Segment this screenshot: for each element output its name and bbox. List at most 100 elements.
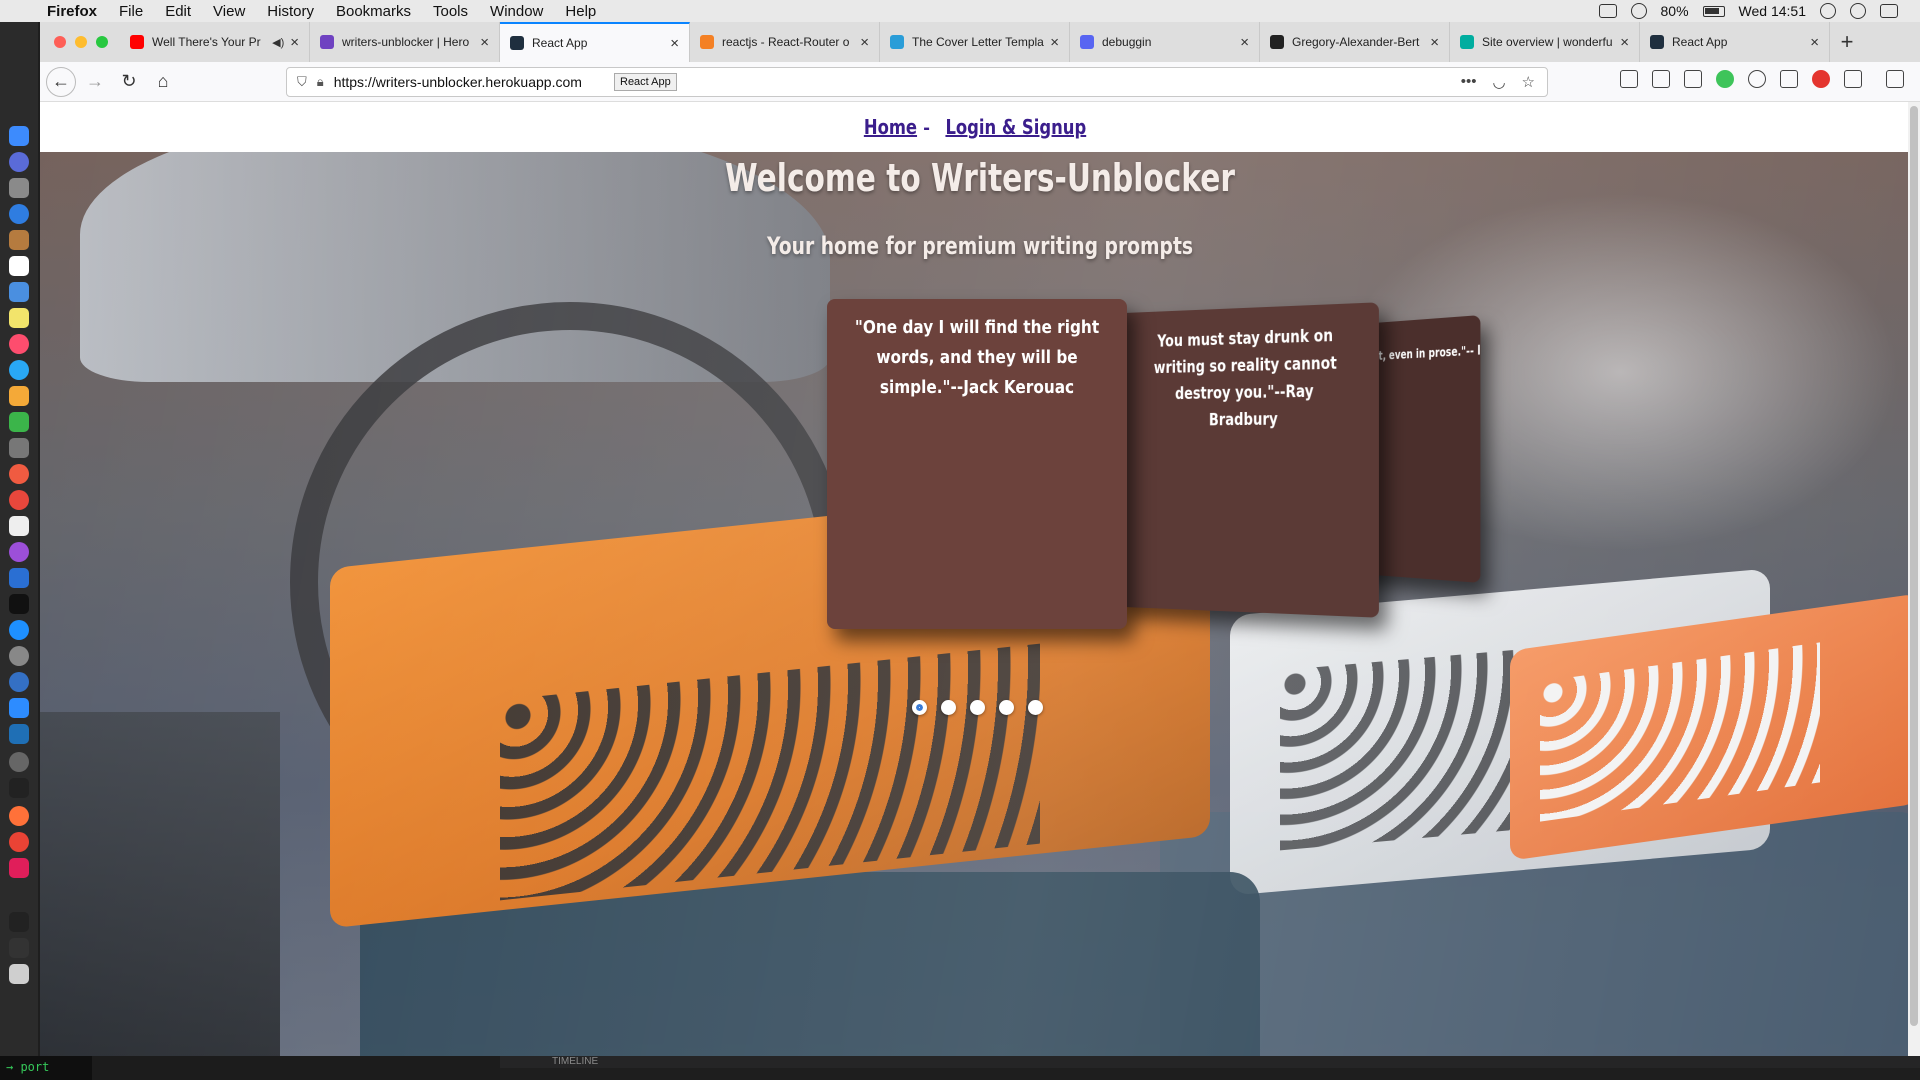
minimized-window-icon[interactable] bbox=[9, 938, 29, 958]
carousel-dot-2[interactable] bbox=[941, 700, 956, 715]
menu-history[interactable]: History bbox=[256, 3, 325, 20]
close-tab-icon[interactable]: × bbox=[1050, 34, 1059, 51]
screen-mirroring-icon[interactable] bbox=[1599, 4, 1617, 18]
browser-icon[interactable] bbox=[9, 672, 29, 692]
podcasts-icon[interactable] bbox=[9, 542, 29, 562]
menu-bookmarks[interactable]: Bookmarks bbox=[325, 3, 422, 20]
new-tab-icon[interactable]: + bbox=[1830, 29, 1864, 55]
zoom-icon[interactable] bbox=[9, 698, 29, 718]
app-store-icon[interactable] bbox=[9, 620, 29, 640]
contacts-icon[interactable] bbox=[9, 230, 29, 250]
menu-window[interactable]: Window bbox=[479, 3, 554, 20]
quote-card-active[interactable]: "One day I will find the right words, an… bbox=[827, 299, 1127, 629]
terminal-strip[interactable]: → port bbox=[0, 1056, 92, 1080]
menu-view[interactable]: View bbox=[202, 3, 256, 20]
news-icon[interactable] bbox=[9, 490, 29, 510]
system-tool-icon[interactable] bbox=[9, 438, 29, 458]
close-tab-icon[interactable]: × bbox=[1430, 34, 1439, 51]
carousel-dot-3[interactable] bbox=[970, 700, 985, 715]
tracking-shield-icon[interactable]: ⛉ bbox=[297, 74, 307, 90]
close-tab-icon[interactable]: × bbox=[290, 34, 299, 51]
launchpad-icon[interactable] bbox=[9, 152, 29, 172]
page-scrollbar-thumb[interactable] bbox=[1910, 106, 1918, 1026]
close-tab-icon[interactable]: × bbox=[480, 34, 489, 51]
system-preferences-icon[interactable] bbox=[9, 646, 29, 666]
speaker-icon[interactable]: ◀) bbox=[272, 36, 284, 49]
tab-react-app-active[interactable]: React App × bbox=[500, 22, 690, 62]
reload-icon[interactable]: ↻ bbox=[114, 67, 144, 97]
address-bar[interactable]: ⛉ 🔒︎ https://writers-unblocker.herokuapp… bbox=[286, 67, 1548, 97]
grammarly-icon[interactable] bbox=[1716, 70, 1734, 88]
chrome-icon[interactable] bbox=[9, 832, 29, 852]
nav-home-link[interactable]: Home bbox=[864, 102, 917, 152]
calendar-icon[interactable] bbox=[9, 256, 29, 276]
forward-arrow-icon[interactable]: → bbox=[80, 67, 110, 97]
spotlight-search-icon[interactable] bbox=[1820, 3, 1836, 19]
carousel-dot-5[interactable] bbox=[1028, 700, 1043, 715]
menubar-clock[interactable]: Wed 14:51 bbox=[1739, 3, 1806, 19]
terminal-window-icon[interactable] bbox=[9, 912, 29, 932]
tab-discord[interactable]: debuggin × bbox=[1070, 22, 1260, 62]
tab-stackoverflow[interactable]: reactjs - React-Router o × bbox=[690, 22, 880, 62]
notes-icon[interactable] bbox=[9, 308, 29, 328]
rocket-icon[interactable] bbox=[9, 178, 29, 198]
apple-tv-icon[interactable] bbox=[9, 594, 29, 614]
tab-cover-letter[interactable]: The Cover Letter Templa × bbox=[880, 22, 1070, 62]
tab-github[interactable]: Gregory-Alexander-Bert × bbox=[1260, 22, 1450, 62]
close-tab-icon[interactable]: × bbox=[1240, 34, 1249, 51]
numbers-icon[interactable] bbox=[9, 412, 29, 432]
downloads-icon[interactable] bbox=[1620, 70, 1638, 88]
pocket-icon[interactable]: ◡ bbox=[1492, 73, 1505, 91]
messages-icon[interactable] bbox=[9, 360, 29, 380]
preview-icon[interactable] bbox=[9, 282, 29, 302]
zoom-window-button[interactable] bbox=[96, 36, 108, 48]
close-tab-icon[interactable]: × bbox=[1810, 34, 1819, 51]
extension-c-icon[interactable] bbox=[1844, 70, 1862, 88]
textedit-icon[interactable] bbox=[9, 516, 29, 536]
library-icon[interactable] bbox=[1652, 70, 1670, 88]
wifi-icon[interactable] bbox=[1631, 3, 1647, 19]
menu-edit[interactable]: Edit bbox=[154, 3, 202, 20]
extension-icon[interactable] bbox=[1780, 70, 1798, 88]
close-tab-icon[interactable]: × bbox=[1620, 34, 1629, 51]
timeline-label[interactable]: TIMELINE bbox=[552, 1056, 598, 1067]
siri-icon[interactable] bbox=[1850, 3, 1866, 19]
pages-icon[interactable] bbox=[9, 386, 29, 406]
back-arrow-icon[interactable]: ← bbox=[46, 67, 76, 97]
page-actions-icon[interactable]: ••• bbox=[1461, 73, 1477, 91]
carousel-dot-1[interactable] bbox=[912, 700, 927, 715]
slack-icon[interactable] bbox=[9, 858, 29, 878]
close-tab-icon[interactable]: × bbox=[670, 35, 679, 52]
control-center-icon[interactable] bbox=[1880, 4, 1898, 18]
tab-react-app[interactable]: React App × bbox=[1640, 22, 1830, 62]
tab-youtube[interactable]: Well There's Your Pr ◀) × bbox=[120, 22, 310, 62]
account-icon[interactable] bbox=[1748, 70, 1766, 88]
music-icon[interactable] bbox=[9, 334, 29, 354]
menu-tools[interactable]: Tools bbox=[422, 3, 479, 20]
terminal-icon[interactable] bbox=[9, 778, 29, 798]
home-icon[interactable]: ⌂ bbox=[148, 67, 178, 97]
trash-icon[interactable] bbox=[9, 964, 29, 984]
quote-card-next[interactable]: You must stay drunk on writing so realit… bbox=[1117, 302, 1379, 617]
close-tab-icon[interactable]: × bbox=[860, 34, 869, 51]
app-menu-firefox[interactable]: Firefox bbox=[36, 3, 108, 20]
adblock-icon[interactable] bbox=[1812, 70, 1830, 88]
firefox-icon[interactable] bbox=[9, 806, 29, 826]
tab-heroku[interactable]: writers-unblocker | Hero × bbox=[310, 22, 500, 62]
bookmark-star-icon[interactable]: ☆ bbox=[1522, 73, 1535, 91]
close-window-button[interactable] bbox=[54, 36, 66, 48]
safari-icon[interactable] bbox=[9, 204, 29, 224]
tab-netlify[interactable]: Site overview | wonderfu × bbox=[1450, 22, 1640, 62]
hamburger-menu-icon[interactable] bbox=[1886, 70, 1904, 88]
sidebar-icon[interactable] bbox=[1684, 70, 1702, 88]
minimize-window-button[interactable] bbox=[75, 36, 87, 48]
nav-login-signup-link[interactable]: Login & Signup bbox=[945, 102, 1086, 152]
help-icon[interactable] bbox=[9, 752, 29, 772]
carousel-dot-4[interactable] bbox=[999, 700, 1014, 715]
finder-icon[interactable] bbox=[9, 126, 29, 146]
photos-icon[interactable] bbox=[9, 464, 29, 484]
lock-icon[interactable]: 🔒︎ bbox=[317, 74, 324, 90]
menu-file[interactable]: File bbox=[108, 3, 154, 20]
menu-help[interactable]: Help bbox=[554, 3, 607, 20]
url-text[interactable]: https://writers-unblocker.herokuapp.com bbox=[334, 74, 582, 90]
